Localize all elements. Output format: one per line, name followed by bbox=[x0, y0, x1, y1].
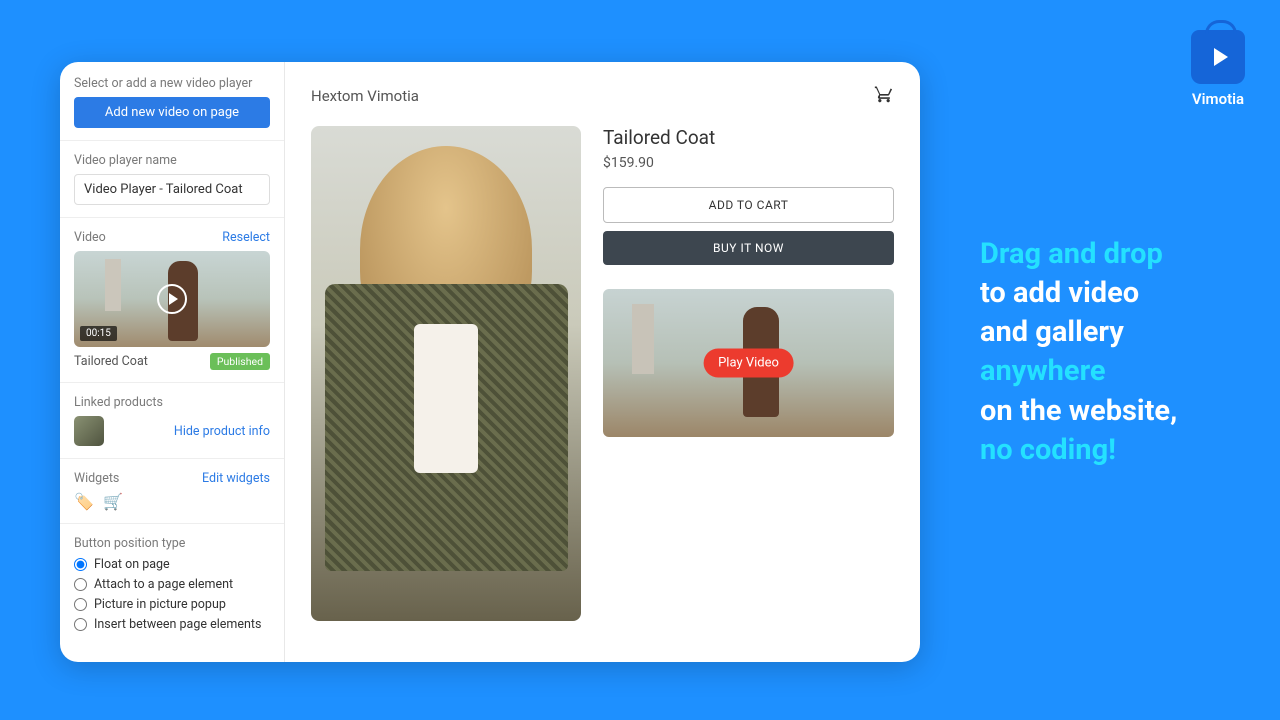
radio-attach-element[interactable]: Attach to a page element bbox=[74, 577, 270, 592]
brand-logo: Vimotia bbox=[1191, 30, 1245, 108]
select-player-label: Select or add a new video player bbox=[74, 76, 270, 91]
promo-line: no coding! bbox=[980, 433, 1116, 467]
widgets-label: Widgets bbox=[74, 471, 119, 486]
tag-icon[interactable]: 🏷️ bbox=[74, 492, 94, 511]
product-title: Tailored Coat bbox=[603, 126, 894, 149]
editor-sidebar: Select or add a new video player Add new… bbox=[60, 62, 285, 662]
promo-line: to add video bbox=[980, 276, 1139, 310]
promo-line: Drag and drop bbox=[980, 237, 1163, 271]
promo-line: anywhere bbox=[980, 354, 1106, 388]
radio-pip-popup[interactable]: Picture in picture popup bbox=[74, 597, 270, 612]
shopping-bag-play-icon bbox=[1191, 30, 1245, 84]
storefront-preview: Hextom Vimotia Tailored Coat $159.90 ADD… bbox=[285, 62, 920, 662]
radio-float-on-page[interactable]: Float on page bbox=[74, 557, 270, 572]
video-title: Tailored Coat bbox=[74, 354, 148, 369]
embedded-video-player[interactable]: Play Video bbox=[603, 289, 894, 437]
buy-now-button[interactable]: BUY IT NOW bbox=[603, 231, 894, 265]
video-section-label: Video bbox=[74, 230, 106, 245]
player-name-label: Video player name bbox=[74, 153, 270, 168]
app-window: Select or add a new video player Add new… bbox=[60, 62, 920, 662]
store-brand: Hextom Vimotia bbox=[311, 87, 419, 105]
video-thumbnail[interactable]: 00:15 bbox=[74, 251, 270, 347]
position-type-label: Button position type bbox=[74, 536, 270, 551]
hide-product-info-link[interactable]: Hide product info bbox=[174, 424, 270, 439]
cart-icon[interactable] bbox=[874, 84, 894, 108]
marketing-copy: Drag and drop to add video and gallery a… bbox=[980, 235, 1250, 470]
brand-name: Vimotia bbox=[1191, 90, 1245, 108]
edit-widgets-link[interactable]: Edit widgets bbox=[202, 471, 270, 486]
linked-products-label: Linked products bbox=[74, 395, 270, 410]
cart-widget-icon[interactable]: 🛒 bbox=[103, 492, 123, 511]
linked-product-thumb[interactable] bbox=[74, 416, 104, 446]
add-video-button[interactable]: Add new video on page bbox=[74, 97, 270, 128]
promo-line: on the website, bbox=[980, 394, 1177, 428]
add-to-cart-button[interactable]: ADD TO CART bbox=[603, 187, 894, 223]
play-icon bbox=[157, 284, 187, 314]
play-video-button[interactable]: Play Video bbox=[703, 349, 794, 378]
promo-line: and gallery bbox=[980, 315, 1124, 349]
position-radio-group: Float on page Attach to a page element P… bbox=[74, 557, 270, 632]
product-main-image bbox=[311, 126, 581, 621]
video-duration: 00:15 bbox=[80, 326, 117, 341]
published-badge: Published bbox=[210, 353, 270, 370]
reselect-link[interactable]: Reselect bbox=[222, 230, 270, 245]
player-name-input[interactable] bbox=[74, 174, 270, 205]
product-price: $159.90 bbox=[603, 155, 894, 171]
radio-insert-between[interactable]: Insert between page elements bbox=[74, 617, 270, 632]
